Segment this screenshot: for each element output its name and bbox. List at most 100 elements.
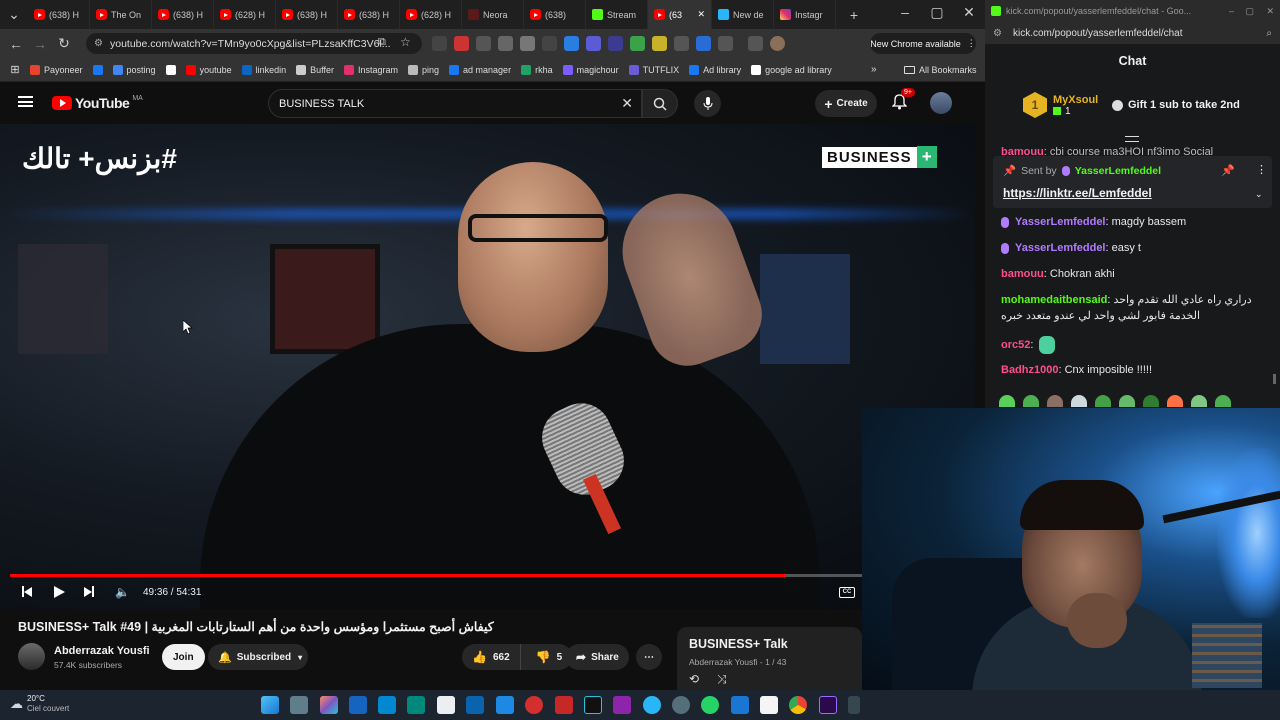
share-button[interactable]: ➦ Share [566,644,629,670]
pinned-menu-icon[interactable]: ⋮ [1256,163,1267,176]
emote-icon[interactable] [1047,395,1063,407]
app-icon[interactable] [349,696,367,714]
more-actions-button[interactable]: ⋯ [636,644,662,670]
chat-username[interactable]: bamouu [1001,268,1044,280]
drag-handle-icon[interactable] [1125,136,1139,142]
bookmark-item[interactable]: ad manager [449,64,511,75]
search-input[interactable]: BUSINESS TALK ✕ [268,89,642,118]
emote-icon[interactable] [1191,395,1207,407]
browser-tab[interactable]: New de [712,0,774,29]
profile-avatar[interactable] [770,36,785,51]
subscribed-button[interactable]: 🔔 Subscribed ▾ [208,644,308,670]
hamburger-menu-icon[interactable] [18,96,33,107]
site-info-icon[interactable]: ⚙ [993,28,1002,39]
clear-search-icon[interactable]: ✕ [621,95,633,112]
browser-tab[interactable]: (638) [524,0,586,29]
chat-scrollbar[interactable] [1273,374,1276,384]
close-window-icon[interactable]: ✕ [1266,6,1274,17]
new-chrome-button[interactable]: New Chrome available ⋮ [870,33,976,54]
whatsapp-icon[interactable] [701,696,719,714]
extension-icon[interactable] [586,36,601,51]
unpin-icon[interactable]: 📌 [1221,164,1235,177]
weather-widget[interactable]: ☁ 20°C Ciel couvert [10,694,69,714]
install-icon[interactable]: ⧉ [378,36,386,49]
notion-icon[interactable] [760,696,778,714]
bookmark-item[interactable] [92,64,103,75]
app-icon[interactable] [613,696,631,714]
app-icon[interactable] [731,696,749,714]
bookmark-item[interactable]: Payoneer [30,64,83,75]
url-field[interactable]: ⚙ youtube.com/watch?v=TMn9yo0cXpg&list=P… [86,33,422,54]
extension-icon[interactable] [542,36,557,51]
all-bookmarks-link[interactable]: All Bookmarks [904,65,977,75]
bookmark-item[interactable]: youtube [185,64,232,75]
extension-icon[interactable] [432,36,447,51]
chat-username[interactable]: YasserLemfeddel [1015,242,1106,254]
start-windows-icon[interactable] [261,696,279,714]
copilot-icon[interactable] [320,696,338,714]
browser-tab[interactable]: (63 ✕ [648,0,712,29]
tab-search-icon[interactable]: ⌄ [0,3,28,27]
volume-icon[interactable]: 🔈 [115,585,130,599]
search-button[interactable] [642,89,678,118]
playlist-title[interactable]: BUSINESS+ Talk [689,637,788,651]
close-window-icon[interactable]: ✕ [953,0,985,24]
site-info-icon[interactable]: ⚙ [94,38,103,49]
play-icon[interactable] [54,586,65,598]
forward-icon[interactable]: → [28,32,52,56]
like-button[interactable]: 👍 662 [462,644,521,670]
chat-url-bar[interactable]: ⚙ kick.com/popout/yasserlemfeddel/chat ⌕ [985,22,1280,44]
extension-icon[interactable] [454,36,469,51]
chat-username[interactable]: YasserLemfeddel [1015,216,1106,228]
app-icon[interactable] [672,696,690,714]
app-icon[interactable] [555,696,573,714]
bookmark-item[interactable] [165,64,176,75]
extension-icon[interactable] [520,36,535,51]
tiktok-icon[interactable] [584,696,602,714]
extension-icon[interactable] [476,36,491,51]
bookmark-item[interactable]: magichour [562,64,619,75]
app-icon[interactable] [378,696,396,714]
maximize-icon[interactable]: ▢ [921,0,953,24]
emote-icon[interactable] [1143,395,1159,407]
bookmark-item[interactable]: ping [408,64,439,75]
opera-icon[interactable] [525,696,543,714]
extension-icon[interactable] [630,36,645,51]
loop-icon[interactable]: ⟲ [689,672,699,686]
minimize-icon[interactable]: – [1229,6,1234,16]
bookmark-item[interactable]: rkha [521,64,553,75]
emote-icon[interactable] [1119,395,1135,407]
browser-tab[interactable]: The On [90,0,152,29]
browser-tab[interactable]: (638) H [28,0,90,29]
bookmark-item[interactable]: posting [112,64,156,75]
channel-name[interactable]: Abderrazak Yousfi [54,645,150,657]
progress-bar-track[interactable] [10,574,862,577]
maximize-icon[interactable]: ▢ [1245,6,1254,17]
browser-tab[interactable]: Neora [462,0,524,29]
emote-icon[interactable] [999,395,1015,407]
gifter-name[interactable]: MyXsoul [1053,94,1098,106]
chat-username[interactable]: mohamedaitbensaid [1001,294,1107,306]
emote-icon[interactable] [1023,395,1039,407]
browser-tab[interactable]: (628) H [214,0,276,29]
browser-tab[interactable]: (628) H [400,0,462,29]
emote-icon[interactable] [1167,395,1183,407]
notifications-button[interactable]: 9+ [891,88,915,110]
apps-grid-icon[interactable]: ⊞ [0,63,30,76]
app-icon[interactable] [407,696,425,714]
youtube-logo[interactable]: YouTube MA [52,95,143,111]
chrome-icon[interactable] [789,696,807,714]
create-button[interactable]: + Create [815,90,877,117]
extension-icon[interactable] [696,36,711,51]
extension-icon[interactable] [652,36,667,51]
browser-tab[interactable]: Instagr [774,0,836,29]
reading-list-icon[interactable] [748,36,763,51]
app-icon[interactable] [496,696,514,714]
chat-username[interactable]: Badhz1000 [1001,364,1058,376]
extension-icon[interactable] [498,36,513,51]
browser-tab[interactable]: Stream [586,0,648,29]
expand-chevron-icon[interactable]: ⌄ [1255,189,1263,200]
minimize-icon[interactable]: – [889,0,921,24]
premiere-icon[interactable] [819,696,837,714]
zoom-search-icon[interactable]: ⌕ [1266,28,1272,39]
